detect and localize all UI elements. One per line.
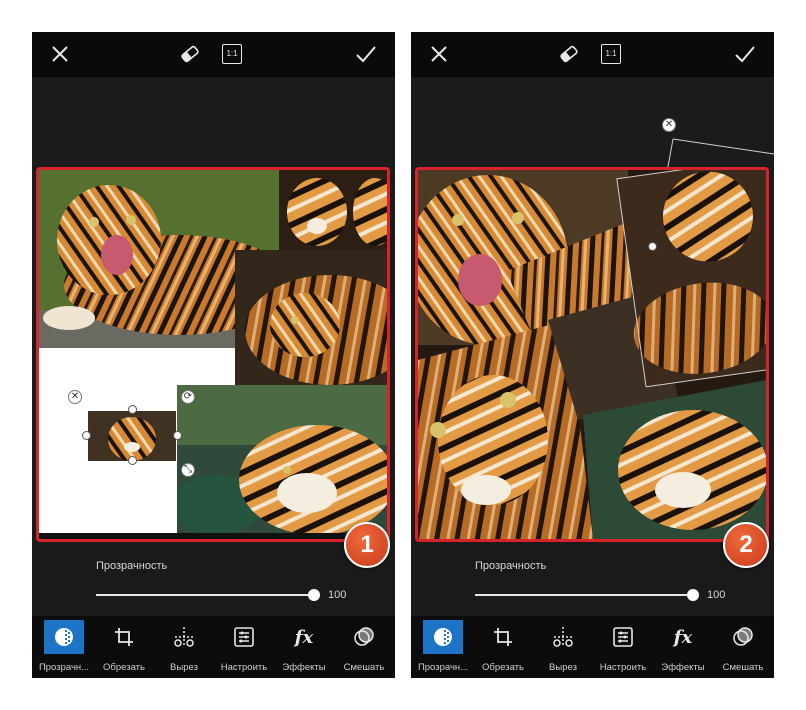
tool-cutout[interactable]: Вырез — [533, 616, 593, 678]
step-badge: 2 — [723, 522, 769, 568]
tool-transparency[interactable]: Прозрачн... — [413, 616, 473, 678]
remove-sticker-icon[interactable]: ✕ — [662, 118, 676, 132]
blend-icon — [344, 620, 384, 654]
tool-label: Эффекты — [282, 662, 326, 673]
ratio-label: 1:1 — [222, 44, 242, 64]
transparency-label: Прозрачность — [96, 560, 168, 572]
ratio-label: 1:1 — [601, 44, 621, 64]
step-badge: 1 — [344, 522, 390, 568]
close-icon[interactable] — [425, 40, 453, 68]
transparency-icon — [423, 620, 463, 654]
tool-blend[interactable]: Смешать — [334, 616, 394, 678]
fx-icon: fx — [673, 626, 693, 648]
tiger-photo-cubs — [279, 170, 387, 250]
transparency-label: Прозрачность — [475, 560, 547, 572]
eraser-icon[interactable] — [555, 40, 583, 68]
tool-adjust[interactable]: Настроить — [214, 616, 274, 678]
tool-label: Эффекты — [661, 662, 705, 673]
resize-handle-bottom[interactable] — [128, 456, 137, 465]
resize-handle-top[interactable] — [128, 405, 137, 414]
tool-label: Обрезать — [482, 662, 524, 673]
crop-icon — [104, 620, 144, 654]
blended-collage — [418, 170, 766, 539]
tool-effects[interactable]: fx Эффекты — [274, 616, 334, 678]
resize-handle-right[interactable] — [173, 431, 182, 440]
tool-blend[interactable]: Смешать — [713, 616, 773, 678]
crop-icon — [483, 620, 523, 654]
transparency-slider-track[interactable] — [96, 594, 314, 596]
tool-label: Обрезать — [103, 662, 145, 673]
blend-icon — [723, 620, 763, 654]
top-toolbar: 1:1 — [411, 32, 774, 77]
tool-label: Вырез — [170, 662, 198, 673]
tool-adjust[interactable]: Настроить — [593, 616, 653, 678]
tool-crop[interactable]: Обрезать — [94, 616, 154, 678]
tool-label: Прозрачн... — [417, 662, 469, 673]
check-icon[interactable] — [352, 40, 380, 68]
phone-screen-2: 1:1 ✕ 2 Прозрачность 100 Прозрачн... Обр… — [411, 32, 774, 678]
resize-handle-left[interactable] — [82, 431, 91, 440]
adjust-icon — [224, 620, 264, 654]
tool-transparency[interactable]: Прозрачн... — [34, 616, 94, 678]
collage-frame-highlight: ✕ ⟳ ⤡ — [36, 167, 390, 542]
tool-label: Вырез — [549, 662, 577, 673]
tool-cutout[interactable]: Вырез — [154, 616, 214, 678]
phone-screen-1: 1:1 ✕ ⟳ ⤡ 1 Прозрачность 100 Прозрачн...… — [32, 32, 395, 678]
cutout-icon — [164, 620, 204, 654]
tool-label: Смешать — [343, 662, 385, 673]
tool-effects[interactable]: fx Эффекты — [653, 616, 713, 678]
tiger-photo-lying — [235, 250, 387, 385]
transparency-slider-track[interactable] — [475, 594, 693, 596]
check-icon[interactable] — [731, 40, 759, 68]
transparency-value: 100 — [328, 589, 347, 601]
fx-icon: fx — [294, 626, 314, 648]
collage-frame-highlight — [415, 167, 769, 542]
tool-label: Настроить — [599, 662, 647, 673]
remove-sticker-icon[interactable]: ✕ — [68, 390, 82, 404]
eraser-icon[interactable] — [176, 40, 204, 68]
close-icon[interactable] — [46, 40, 74, 68]
tool-label: Смешать — [722, 662, 764, 673]
bottom-toolbar: Прозрачн... Обрезать Вырез Настроить fx … — [32, 616, 395, 678]
cutout-icon — [543, 620, 583, 654]
top-toolbar: 1:1 — [32, 32, 395, 77]
transparency-slider-knob[interactable] — [308, 589, 320, 601]
tool-label: Прозрачн... — [38, 662, 90, 673]
ratio-button[interactable]: 1:1 — [218, 40, 246, 68]
tiger-photo-grass — [177, 385, 387, 533]
bottom-toolbar: Прозрачн... Обрезать Вырез Настроить fx … — [411, 616, 774, 678]
tool-crop[interactable]: Обрезать — [473, 616, 533, 678]
selected-tiger-sticker[interactable] — [87, 410, 177, 462]
resize-handle-left[interactable] — [648, 242, 657, 251]
transparency-slider-knob[interactable] — [687, 589, 699, 601]
transparency-value: 100 — [707, 589, 726, 601]
scale-icon[interactable]: ⤡ — [181, 463, 195, 477]
transparency-icon — [44, 620, 84, 654]
ratio-button[interactable]: 1:1 — [597, 40, 625, 68]
adjust-icon — [603, 620, 643, 654]
rotate-icon[interactable]: ⟳ — [181, 390, 195, 404]
tool-label: Настроить — [220, 662, 268, 673]
